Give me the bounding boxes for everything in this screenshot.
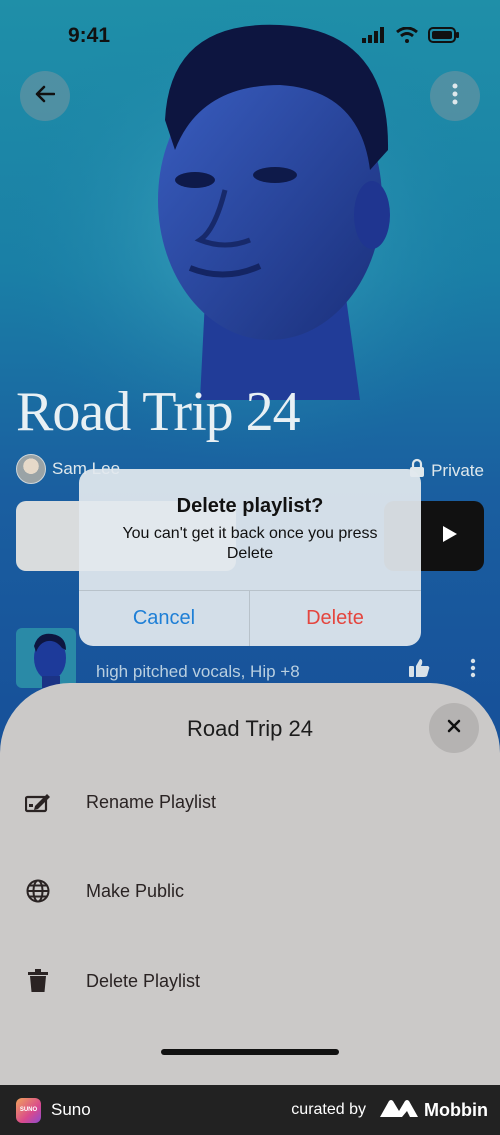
more-vertical-icon — [452, 83, 458, 110]
thumbs-up-icon[interactable] — [408, 658, 430, 683]
avatar — [16, 454, 46, 484]
globe-icon — [24, 877, 52, 905]
attribution-footer: SUNO Suno curated by Mobbin — [0, 1085, 500, 1135]
close-icon — [447, 719, 461, 738]
status-bar: 9:41 — [0, 0, 500, 70]
home-indicator[interactable] — [161, 1049, 339, 1055]
song-artwork — [16, 628, 76, 688]
back-button[interactable] — [20, 71, 70, 121]
close-button[interactable] — [429, 703, 479, 753]
rename-playlist-item[interactable]: Rename Playlist — [24, 788, 216, 816]
trash-icon — [24, 967, 52, 995]
suno-app-icon: SUNO — [16, 1097, 41, 1123]
rename-icon — [24, 788, 52, 816]
playlist-options-sheet: Road Trip 24 Rename Playlist Make Public… — [0, 683, 500, 1085]
make-public-item[interactable]: Make Public — [24, 877, 184, 905]
privacy-label: Private — [431, 460, 484, 480]
play-icon — [442, 525, 458, 548]
mobbin-logo: Mobbin — [380, 1099, 488, 1122]
mobbin-brand: Mobbin — [424, 1099, 488, 1120]
delete-confirmation-dialog: Delete playlist? You can't get it back o… — [79, 469, 421, 646]
arrow-left-icon — [35, 85, 56, 108]
rename-playlist-label: Rename Playlist — [86, 791, 217, 812]
playlist-title: Road Trip 24 — [16, 381, 301, 443]
alert-message: You can't get it back once you press Del… — [122, 525, 378, 562]
status-time: 9:41 — [68, 24, 111, 47]
cellular-signal-icon — [362, 27, 386, 48]
alert-title: Delete playlist? — [176, 495, 324, 517]
battery-icon — [428, 27, 460, 48]
delete-playlist-label: Delete Playlist — [86, 970, 201, 991]
wifi-icon — [396, 26, 418, 48]
sheet-title: Road Trip 24 — [187, 716, 313, 741]
playlist-screen: 9:41 Road Trip 24 Sam Lee Private high p… — [0, 0, 500, 1085]
app-icon-text: SUNO — [19, 1107, 38, 1113]
song-more-icon[interactable] — [470, 658, 476, 683]
app-name: Suno — [51, 1100, 91, 1119]
make-public-label: Make Public — [86, 880, 185, 901]
more-options-button[interactable] — [430, 71, 480, 121]
cancel-button[interactable]: Cancel — [79, 590, 249, 646]
delete-button[interactable]: Delete — [250, 590, 420, 646]
mobbin-mark-icon — [380, 1099, 419, 1122]
status-icons — [362, 26, 460, 48]
delete-playlist-item[interactable]: Delete Playlist — [24, 967, 200, 995]
song-tags: high pitched vocals, Hip +8 — [96, 662, 300, 681]
curated-by-label: curated by — [291, 1101, 367, 1118]
